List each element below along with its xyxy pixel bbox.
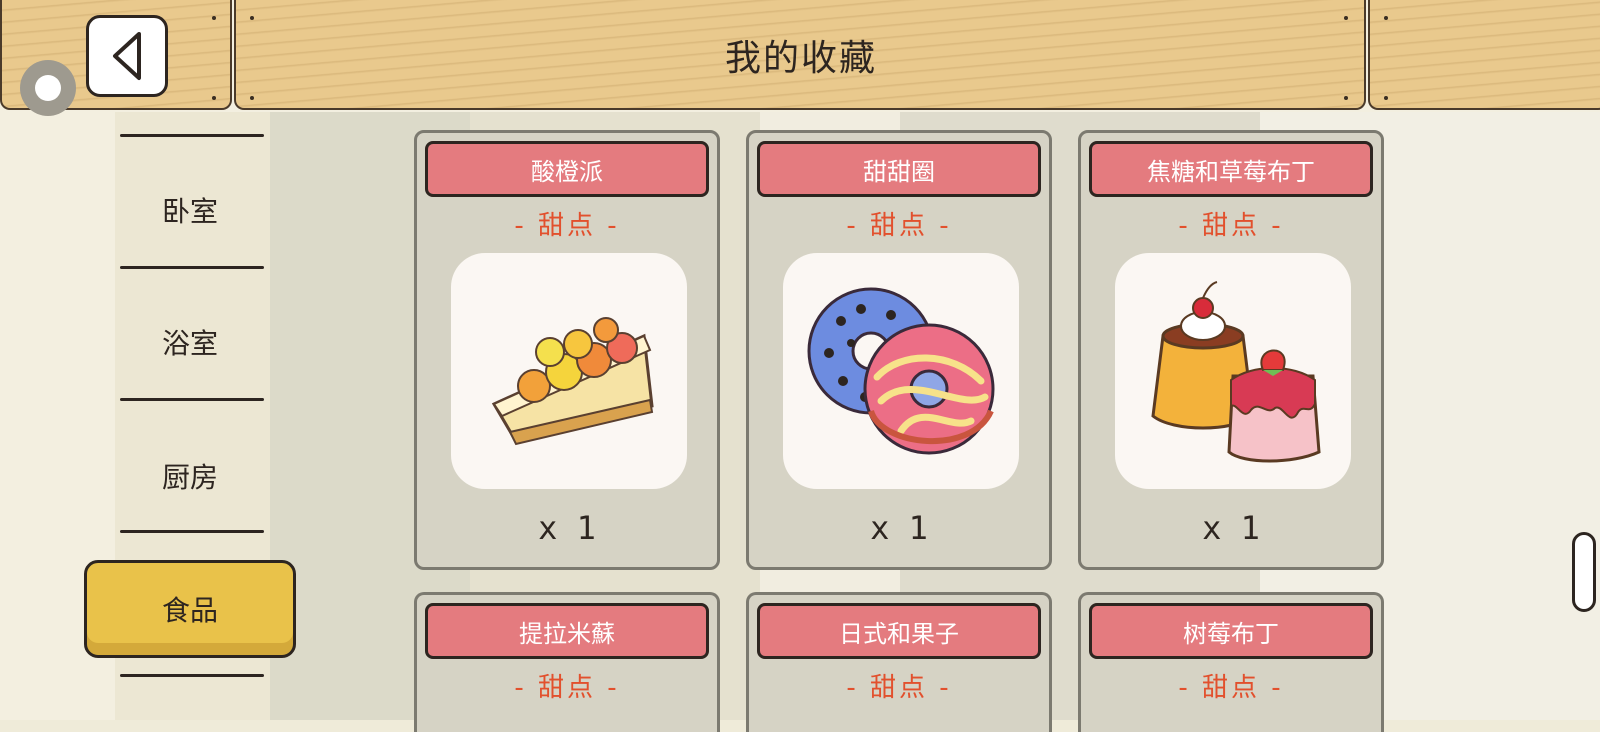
sidebar-item-bedroom[interactable]: 卧室 bbox=[80, 180, 300, 240]
item-category: - 甜点 - bbox=[1178, 672, 1284, 703]
item-card[interactable]: 日式和果子 - 甜点 - bbox=[746, 592, 1052, 732]
donut-image bbox=[783, 253, 1019, 489]
item-category: - 甜点 - bbox=[846, 210, 952, 241]
item-name: 树莓布丁 bbox=[1089, 603, 1373, 659]
sidebar-item-kitchen[interactable]: 厨房 bbox=[80, 446, 300, 506]
lime-pie-image bbox=[451, 253, 687, 489]
pudding-image bbox=[1115, 253, 1351, 489]
top-bar: 我的收藏 bbox=[0, 0, 1600, 112]
item-category: - 甜点 - bbox=[514, 210, 620, 241]
divider bbox=[120, 674, 264, 677]
item-card[interactable]: 焦糖和草莓布丁 - 甜点 - x 1 bbox=[1078, 130, 1384, 570]
floating-handle-button[interactable] bbox=[20, 60, 76, 116]
back-button[interactable] bbox=[86, 15, 168, 97]
item-card[interactable]: 甜甜圈 - 甜点 - x 1 bbox=[746, 130, 1052, 570]
item-card[interactable]: 提拉米蘇 - 甜点 - bbox=[414, 592, 720, 732]
item-name: 提拉米蘇 bbox=[425, 603, 709, 659]
item-name: 甜甜圈 bbox=[757, 141, 1041, 197]
item-count: x 1 bbox=[870, 509, 928, 547]
divider bbox=[120, 134, 264, 137]
item-category: - 甜点 - bbox=[1178, 210, 1284, 241]
wood-plank-right bbox=[1368, 0, 1600, 110]
sidebar-item-food[interactable]: 食品 bbox=[84, 560, 296, 658]
item-card[interactable]: 树莓布丁 - 甜点 - bbox=[1078, 592, 1384, 732]
page-title: 我的收藏 bbox=[724, 38, 877, 79]
back-arrow-icon bbox=[113, 32, 141, 80]
sidebar-item-bathroom[interactable]: 浴室 bbox=[80, 312, 300, 372]
scroll-handle[interactable] bbox=[1572, 532, 1596, 612]
divider bbox=[120, 266, 264, 269]
item-count: x 1 bbox=[538, 509, 596, 547]
item-card[interactable]: 酸橙派 - 甜点 - x 1 bbox=[414, 130, 720, 570]
item-name: 焦糖和草莓布丁 bbox=[1089, 141, 1373, 197]
item-category: - 甜点 - bbox=[514, 672, 620, 703]
item-name: 酸橙派 bbox=[425, 141, 709, 197]
item-count: x 1 bbox=[1202, 509, 1260, 547]
divider bbox=[120, 530, 264, 533]
category-sidebar: 卧室 浴室 厨房 食品 bbox=[80, 112, 300, 720]
item-category: - 甜点 - bbox=[846, 672, 952, 703]
divider bbox=[120, 398, 264, 401]
item-name: 日式和果子 bbox=[757, 603, 1041, 659]
